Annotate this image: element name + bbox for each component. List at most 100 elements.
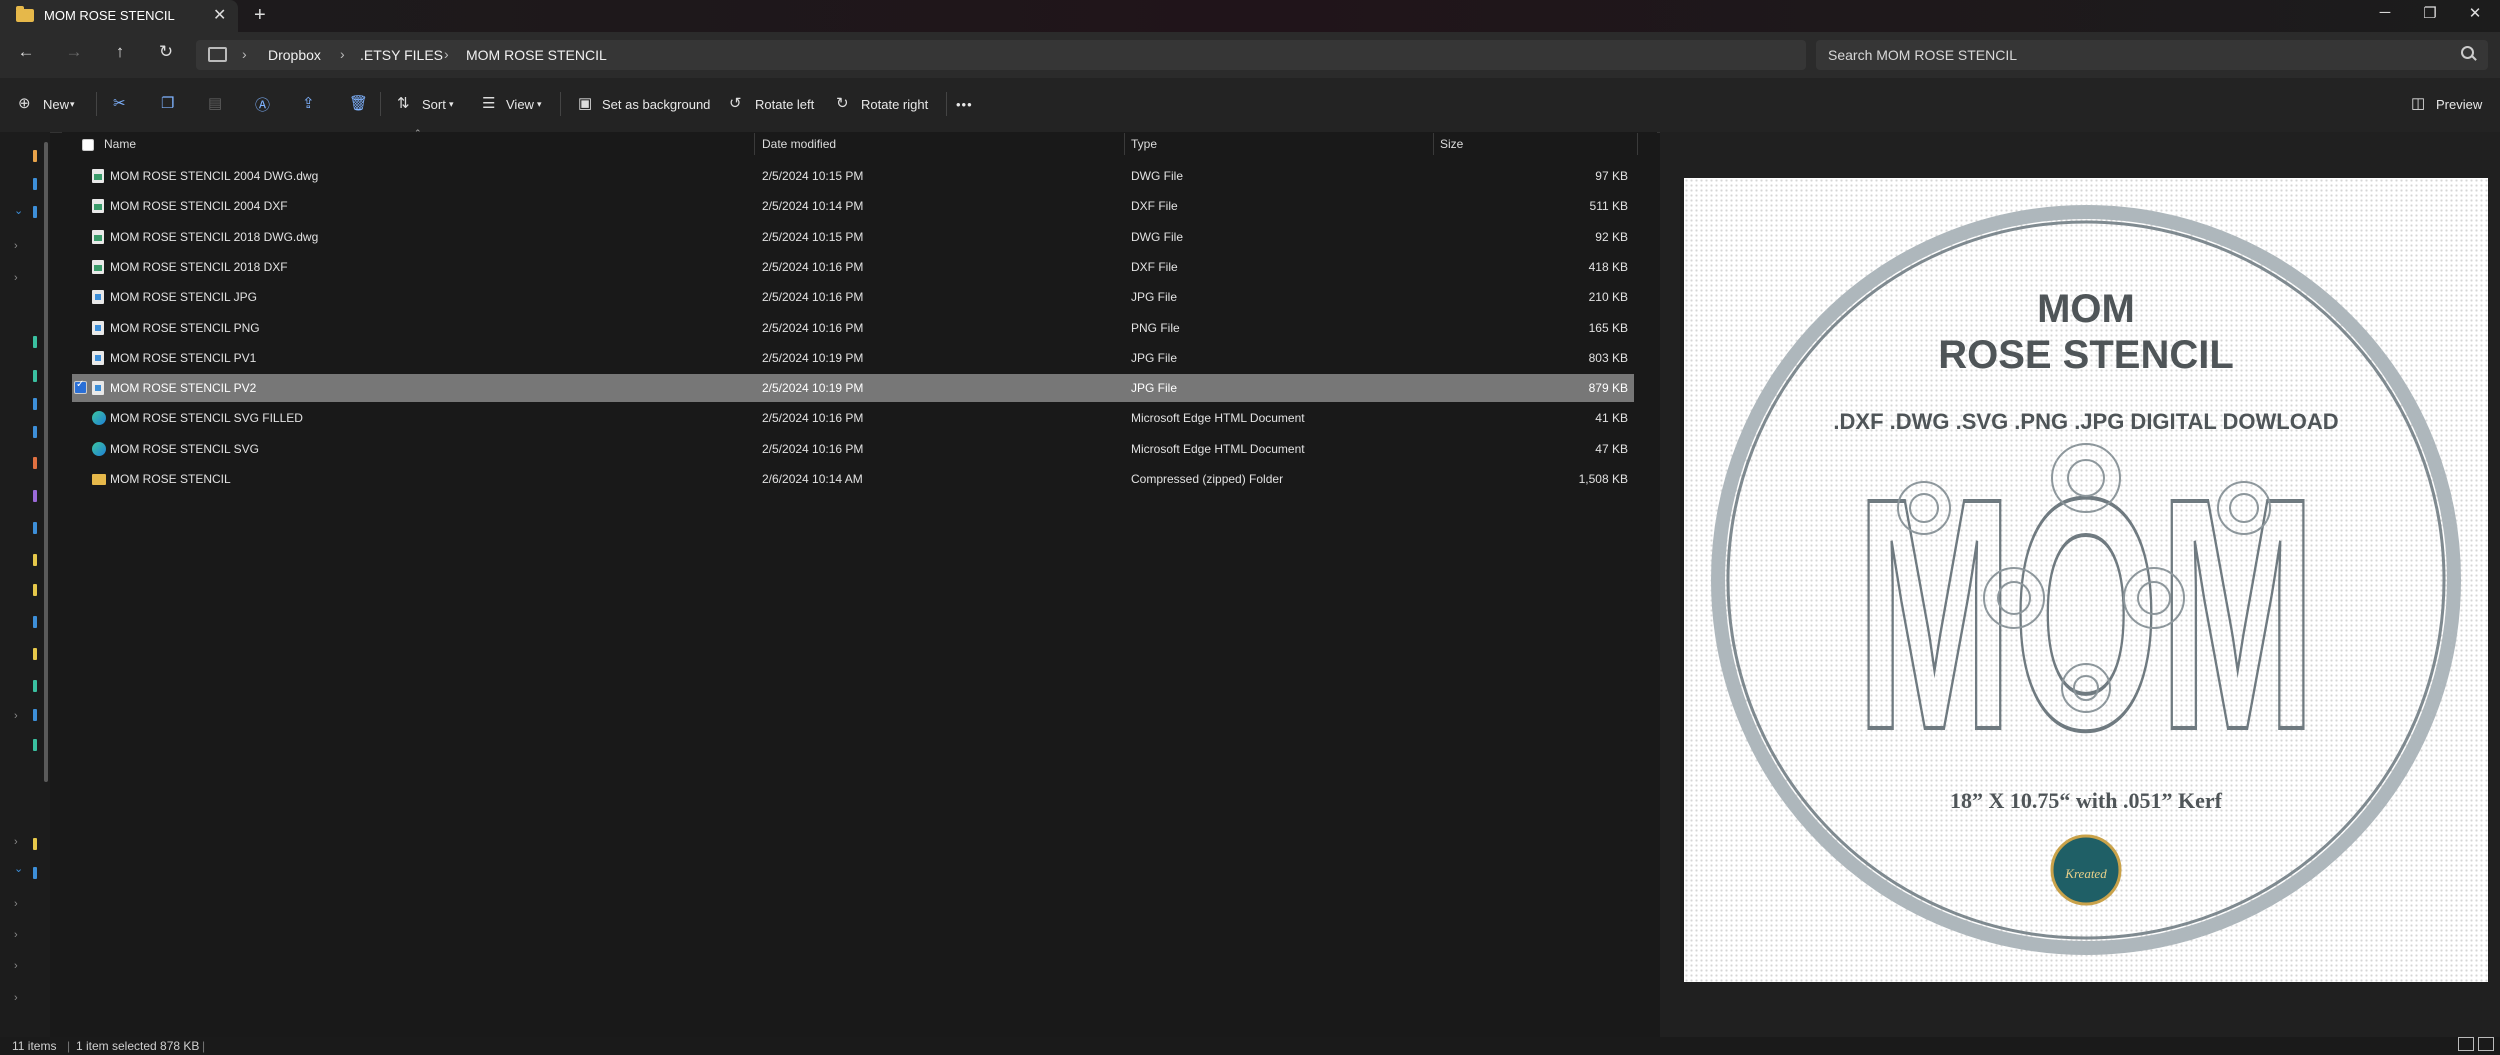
nav-item-icon[interactable] xyxy=(33,370,37,382)
chevron-right-icon[interactable]: › xyxy=(14,992,18,1004)
chevron-down-icon[interactable]: ▾ xyxy=(537,99,542,110)
nav-item-icon[interactable] xyxy=(33,554,37,566)
preview-dimensions: 18” X 10.75“ with .051” Kerf xyxy=(1950,788,2223,813)
search-input[interactable]: Search MOM ROSE STENCIL xyxy=(1816,40,2488,70)
refresh-icon[interactable]: ↻ xyxy=(152,42,180,68)
cad-file-icon xyxy=(92,199,104,214)
chevron-right-icon[interactable]: › xyxy=(14,929,18,941)
row-checkbox[interactable] xyxy=(74,379,87,395)
column-divider[interactable] xyxy=(754,133,755,155)
search-icon[interactable] xyxy=(2461,46,2474,59)
nav-item-icon[interactable] xyxy=(33,648,37,660)
column-divider[interactable] xyxy=(1433,133,1434,155)
chevron-down-icon[interactable]: ▾ xyxy=(449,99,454,110)
delete-icon[interactable]: 🗑 xyxy=(349,94,368,112)
chevron-right-icon[interactable]: › xyxy=(14,836,18,848)
preview-button[interactable]: Preview xyxy=(2436,97,2482,112)
new-tab-button[interactable]: + xyxy=(254,4,266,27)
chevron-right-icon[interactable]: › xyxy=(14,898,18,910)
scrollbar[interactable] xyxy=(44,142,48,782)
file-row[interactable]: MOM ROSE STENCIL 2004 DWG.dwg 2/5/2024 10… xyxy=(72,162,1634,190)
sort-button[interactable]: Sort xyxy=(422,97,446,112)
file-row[interactable]: MOM ROSE STENCIL 2018 DXF 2/5/2024 10:16 … xyxy=(72,253,1634,281)
close-tab-icon[interactable]: ✕ xyxy=(213,5,226,25)
chevron-right-icon[interactable]: › xyxy=(14,240,18,252)
nav-item-icon[interactable] xyxy=(33,457,37,469)
share-icon[interactable]: ⇪ xyxy=(302,94,315,112)
file-row[interactable]: MOM ROSE STENCIL PV1 2/5/2024 10:19 PM JPG… xyxy=(72,344,1634,372)
file-row[interactable]: MOM ROSE STENCIL PV2 2/5/2024 10:19 PM JPG… xyxy=(72,374,1634,403)
column-header-name[interactable]: Name xyxy=(104,137,136,151)
sort-icon[interactable]: ⇅ xyxy=(397,94,410,112)
paste-icon[interactable]: ▤ xyxy=(208,94,222,112)
nav-item-icon[interactable] xyxy=(33,739,37,751)
chevron-down-icon[interactable]: ⌄ xyxy=(14,862,23,875)
rotate-left-button[interactable]: Rotate left xyxy=(755,97,814,112)
file-row[interactable]: MOM ROSE STENCIL 2004 DXF 2/5/2024 10:14 … xyxy=(72,192,1634,220)
more-options-icon[interactable]: ••• xyxy=(956,97,973,112)
nav-item-icon[interactable] xyxy=(33,426,37,438)
forward-arrow-icon[interactable]: → xyxy=(60,42,88,68)
nav-item-icon[interactable] xyxy=(33,616,37,628)
cut-icon[interactable]: ✂ xyxy=(113,94,126,112)
file-row[interactable]: MOM ROSE STENCIL JPG 2/5/2024 10:16 PM JPG… xyxy=(72,283,1634,311)
view-icon[interactable]: ☰ xyxy=(482,94,495,112)
column-header-type[interactable]: Type xyxy=(1131,137,1157,151)
column-divider[interactable] xyxy=(1124,133,1125,155)
select-all-checkbox[interactable] xyxy=(82,139,94,151)
window-tab[interactable]: MOM ROSE STENCIL ✕ xyxy=(0,0,238,32)
set-background-button[interactable]: Set as background xyxy=(602,97,710,112)
maximize-button[interactable]: ❐ xyxy=(2415,4,2445,22)
nav-item-icon[interactable] xyxy=(33,838,37,850)
file-row[interactable]: MOM ROSE STENCIL SVG FILLED 2/5/2024 10:1… xyxy=(72,404,1634,432)
breadcrumb-current-folder[interactable]: MOM ROSE STENCIL xyxy=(466,47,607,63)
tiles-view-icon[interactable] xyxy=(2478,1037,2494,1051)
divider xyxy=(560,92,561,116)
column-divider[interactable] xyxy=(1637,133,1638,155)
rotate-right-button[interactable]: Rotate right xyxy=(861,97,928,112)
file-size: 879 KB xyxy=(1588,381,1628,396)
address-bar[interactable]: › Dropbox › .ETSY FILES › MOM ROSE STENC… xyxy=(196,40,1806,70)
nav-item-icon[interactable] xyxy=(33,584,37,596)
column-header-date[interactable]: Date modified xyxy=(762,137,836,151)
breadcrumb-dropbox[interactable]: Dropbox xyxy=(268,47,321,63)
view-button[interactable]: View xyxy=(506,97,534,112)
nav-item-icon[interactable] xyxy=(33,490,37,502)
nav-item-icon[interactable] xyxy=(33,867,37,879)
status-divider: | xyxy=(202,1039,206,1053)
file-row[interactable]: MOM ROSE STENCIL SVG 2/5/2024 10:16 PM Mic… xyxy=(72,435,1634,463)
nav-item-icon[interactable] xyxy=(33,522,37,534)
item-count: 11 items xyxy=(12,1039,57,1053)
back-arrow-icon[interactable]: ← xyxy=(12,42,40,68)
chevron-right-icon[interactable]: › xyxy=(14,272,18,284)
set-background-icon[interactable]: ▣ xyxy=(578,94,592,112)
new-button[interactable]: New xyxy=(43,97,69,112)
file-row[interactable]: MOM ROSE STENCIL 2/6/2024 10:14 AM Compres… xyxy=(72,465,1634,493)
file-name: MOM ROSE STENCIL JPG xyxy=(110,290,257,305)
plus-circle-icon[interactable]: ⊕ xyxy=(18,94,31,112)
file-row[interactable]: MOM ROSE STENCIL PNG 2/5/2024 10:16 PM PNG… xyxy=(72,314,1634,342)
chevron-right-icon[interactable]: › xyxy=(14,960,18,972)
nav-item-icon[interactable] xyxy=(33,336,37,348)
column-header-size[interactable]: Size xyxy=(1440,137,1463,151)
chevron-down-icon[interactable]: ▾ xyxy=(70,99,75,110)
rotate-right-icon[interactable]: ↻ xyxy=(836,94,849,112)
nav-item-icon[interactable] xyxy=(33,709,37,721)
nav-item-icon[interactable] xyxy=(33,150,37,162)
preview-pane-icon[interactable]: ◫ xyxy=(2411,94,2425,112)
copy-icon[interactable]: ❐ xyxy=(161,94,174,112)
chevron-right-icon[interactable]: › xyxy=(14,710,18,722)
rename-icon[interactable]: Ⓐ xyxy=(255,94,270,115)
nav-item-icon[interactable] xyxy=(33,398,37,410)
rotate-left-icon[interactable]: ↺ xyxy=(729,94,742,112)
chevron-down-icon[interactable]: ⌄ xyxy=(14,204,23,217)
nav-item-icon[interactable] xyxy=(33,680,37,692)
up-arrow-icon[interactable]: ↑ xyxy=(106,42,134,68)
close-window-button[interactable]: ✕ xyxy=(2460,4,2490,22)
minimize-button[interactable]: ─ xyxy=(2370,4,2400,21)
nav-item-icon[interactable] xyxy=(33,178,37,190)
breadcrumb-etsy-files[interactable]: .ETSY FILES xyxy=(360,47,443,63)
details-view-icon[interactable] xyxy=(2458,1037,2474,1051)
nav-item-icon[interactable] xyxy=(33,206,37,218)
file-row[interactable]: MOM ROSE STENCIL 2018 DWG.dwg 2/5/2024 10… xyxy=(72,223,1634,251)
